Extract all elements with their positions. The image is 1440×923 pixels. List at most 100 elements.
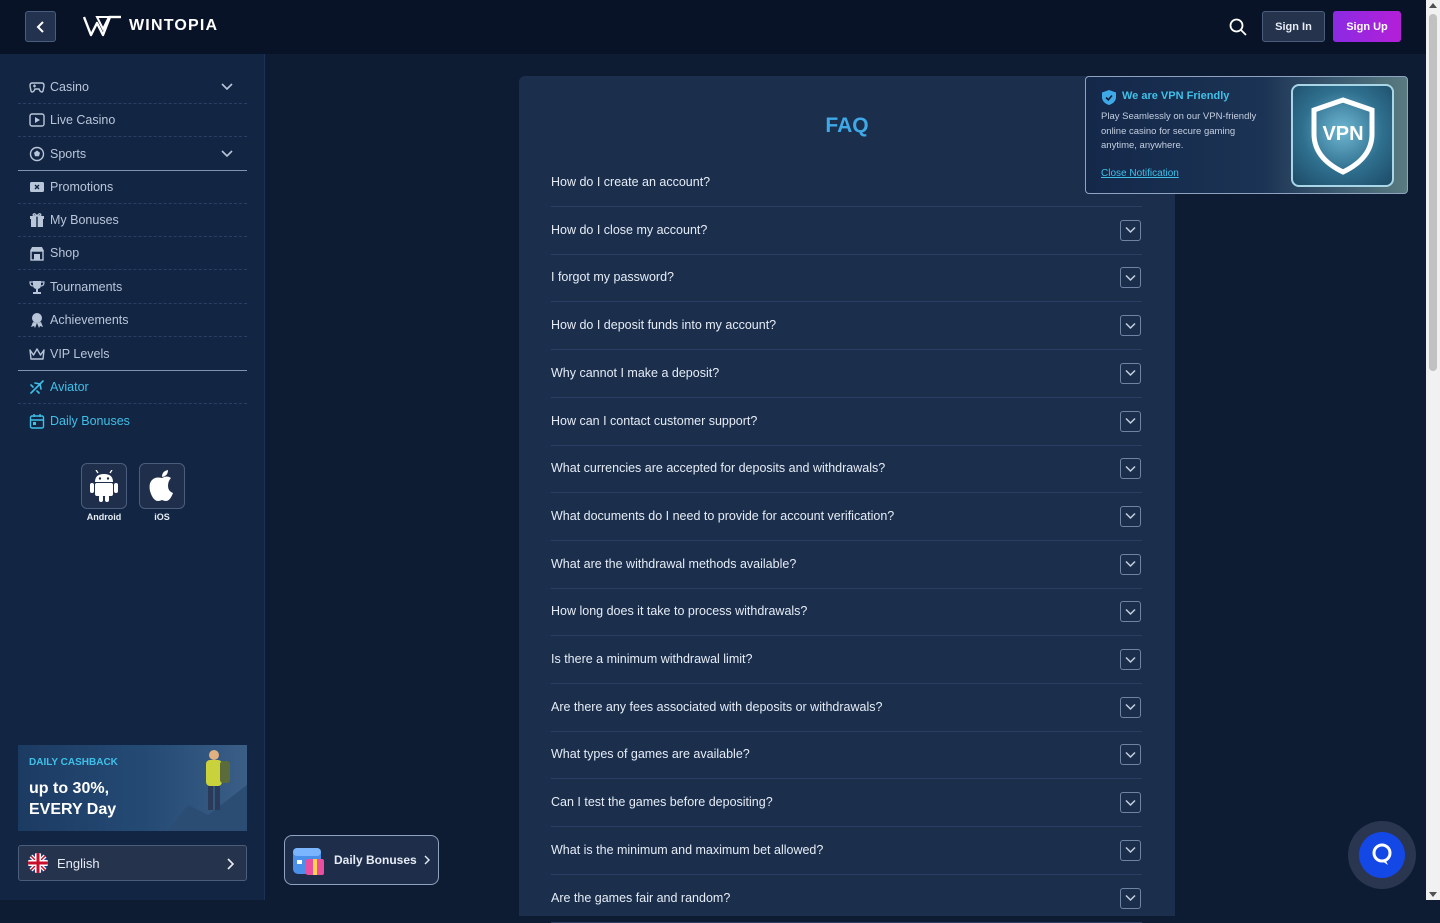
- top-header: WINTOPIA Sign In Sign Up: [0, 0, 1426, 54]
- android-app-button[interactable]: [81, 463, 127, 509]
- apple-icon: [149, 470, 173, 501]
- faq-expand-toggle[interactable]: [1120, 792, 1141, 814]
- sign-in-button[interactable]: Sign In: [1262, 11, 1325, 42]
- play-icon: [29, 112, 45, 128]
- sidebar-item-label: Achievements: [50, 313, 129, 327]
- faq-expand-toggle[interactable]: [1120, 839, 1141, 861]
- sidebar: Casino Live Casino Sports Promotions My …: [0, 54, 265, 900]
- faq-question: Why cannot I make a deposit?: [551, 365, 720, 380]
- faq-item[interactable]: Are there any fees associated with depos…: [551, 685, 1142, 732]
- faq-question: Can I test the games before depositing?: [551, 795, 773, 810]
- chevron-down-icon: [1125, 799, 1136, 806]
- language-selector[interactable]: English: [18, 845, 247, 881]
- scroll-thumb[interactable]: [1429, 14, 1437, 371]
- chevron-right-icon: [424, 855, 430, 865]
- sidebar-item-casino[interactable]: Casino: [18, 71, 247, 104]
- faq-item[interactable]: How can I contact customer support?: [551, 399, 1142, 446]
- faq-item[interactable]: What is the minimum and maximum bet allo…: [551, 828, 1142, 875]
- faq-expand-toggle[interactable]: [1120, 315, 1141, 337]
- scroll-down-arrow-icon[interactable]: [1429, 892, 1437, 897]
- faq-question: I forgot my password?: [551, 270, 674, 285]
- sidebar-item-daily-bonuses[interactable]: Daily Bonuses: [18, 404, 247, 437]
- sidebar-item-aviator[interactable]: Aviator: [18, 371, 247, 404]
- chevron-down-icon: [1125, 322, 1136, 329]
- faq-expand-toggle[interactable]: [1120, 553, 1141, 575]
- sidebar-item-vip-levels[interactable]: VIP Levels: [18, 338, 247, 371]
- sidebar-item-my-bonuses[interactable]: My Bonuses: [18, 204, 247, 237]
- sidebar-item-promotions[interactable]: Promotions: [18, 171, 247, 204]
- language-label: English: [57, 855, 100, 871]
- faq-expand-toggle[interactable]: [1120, 267, 1141, 289]
- faq-item[interactable]: How long does it take to process withdra…: [551, 589, 1142, 637]
- shield-check-icon: [1102, 90, 1116, 105]
- faq-question: How do I close my account?: [551, 222, 708, 237]
- faq-item[interactable]: What currencies are accepted for deposit…: [551, 446, 1142, 494]
- faq-item[interactable]: Why cannot I make a deposit?: [551, 351, 1142, 398]
- chevron-down-icon: [1125, 608, 1136, 615]
- ticket-icon: [29, 179, 45, 195]
- chevron-down-icon: [1125, 561, 1136, 568]
- sidebar-item-achievements[interactable]: Achievements: [18, 304, 247, 337]
- faq-question: Are the games fair and random?: [551, 890, 731, 905]
- chevron-down-icon: [1125, 513, 1136, 520]
- chevron-down-icon: [1125, 227, 1136, 234]
- faq-item[interactable]: What documents do I need to provide for …: [551, 494, 1142, 541]
- sidebar-item-live-casino[interactable]: Live Casino: [18, 104, 247, 137]
- sidebar-item-label: Casino: [50, 80, 89, 94]
- gamepad-icon: [29, 79, 45, 95]
- android-icon: [90, 470, 118, 502]
- ios-label: iOS: [154, 512, 170, 522]
- gift-calendar-icon: [293, 848, 324, 875]
- faq-expand-toggle[interactable]: [1120, 505, 1141, 527]
- chevron-down-icon: [1125, 704, 1136, 711]
- back-button[interactable]: [25, 11, 56, 42]
- faq-question: How can I contact customer support?: [551, 413, 758, 428]
- faq-expand-toggle[interactable]: [1120, 649, 1141, 670]
- chevron-down-icon[interactable]: [221, 81, 233, 93]
- chat-button[interactable]: [1359, 832, 1405, 878]
- page-scrollbar[interactable]: [1426, 0, 1440, 900]
- faq-item[interactable]: What are the withdrawal methods availabl…: [551, 542, 1142, 589]
- daily-cashback-banner[interactable]: DAILY CASHBACK up to 30%, EVERY Day: [18, 745, 247, 831]
- chevron-down-icon: [1125, 274, 1136, 281]
- sidebar-item-tournaments[interactable]: Tournaments: [18, 271, 247, 304]
- faq-item[interactable]: I forgot my password?: [551, 255, 1142, 303]
- uk-flag-icon: [28, 853, 48, 873]
- faq-item[interactable]: Can I test the games before depositing?: [551, 780, 1142, 828]
- faq-item[interactable]: How do I create an account?: [551, 160, 1142, 207]
- chevron-right-icon: [227, 858, 234, 870]
- close-notification-link[interactable]: Close Notification: [1101, 168, 1179, 179]
- vpn-badge-text: VPN: [1322, 123, 1363, 145]
- faq-question: What currencies are accepted for deposit…: [551, 461, 886, 476]
- faq-expand-toggle[interactable]: [1120, 410, 1141, 432]
- brand-logo[interactable]: WINTOPIA: [83, 15, 218, 37]
- gift-icon: [29, 212, 45, 228]
- faq-item[interactable]: What types of games are available?: [551, 732, 1142, 780]
- faq-expand-toggle[interactable]: [1120, 219, 1141, 241]
- faq-question: How long does it take to process withdra…: [551, 604, 808, 619]
- faq-expand-toggle[interactable]: [1120, 601, 1141, 623]
- sidebar-item-label: Promotions: [50, 180, 114, 194]
- vpn-title: We are VPN Friendly: [1122, 90, 1230, 102]
- scroll-up-arrow-icon[interactable]: [1429, 3, 1437, 8]
- faq-expand-toggle[interactable]: [1120, 696, 1141, 718]
- daily-bonuses-floating-button[interactable]: Daily Bonuses: [284, 835, 439, 885]
- faq-expand-toggle[interactable]: [1120, 744, 1141, 766]
- faq-item[interactable]: How do I close my account?: [551, 208, 1142, 255]
- ios-app-button[interactable]: [139, 463, 185, 509]
- sidebar-item-label: VIP Levels: [50, 347, 110, 361]
- faq-item[interactable]: Are the games fair and random?: [551, 876, 1142, 923]
- faq-question: How do I create an account?: [551, 175, 711, 189]
- sign-up-button[interactable]: Sign Up: [1333, 11, 1401, 42]
- faq-expand-toggle[interactable]: [1120, 887, 1141, 909]
- faq-item[interactable]: How do I deposit funds into my account?: [551, 303, 1142, 351]
- sidebar-item-shop[interactable]: Shop: [18, 237, 247, 270]
- faq-expand-toggle[interactable]: [1120, 458, 1141, 480]
- android-label: Android: [86, 512, 122, 522]
- sidebar-item-sports[interactable]: Sports: [18, 138, 247, 171]
- faq-item[interactable]: Is there a minimum withdrawal limit?: [551, 637, 1142, 684]
- chevron-down-icon[interactable]: [221, 148, 233, 160]
- faq-expand-toggle[interactable]: [1120, 362, 1141, 384]
- search-button[interactable]: [1228, 17, 1248, 37]
- chevron-down-icon: [1125, 417, 1136, 425]
